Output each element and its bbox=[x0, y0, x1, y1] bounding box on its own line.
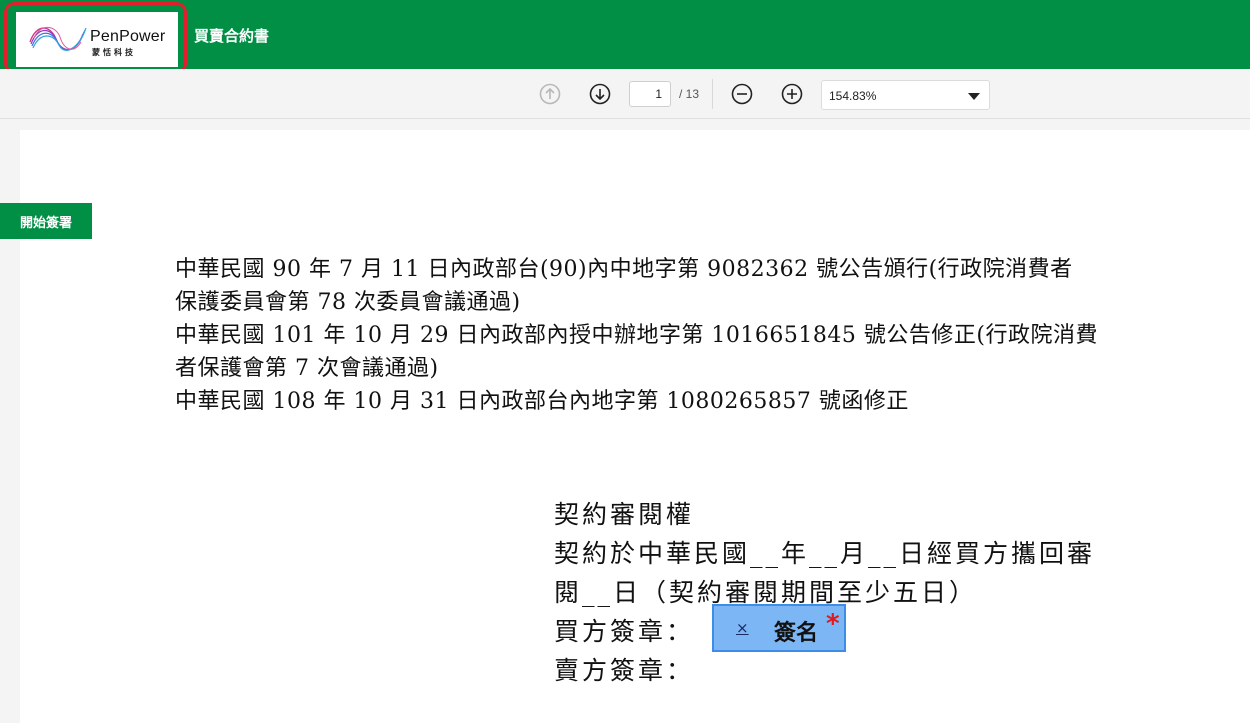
zoom-in-button[interactable] bbox=[779, 81, 805, 107]
review-line: 契約於中華民國__年__月__日經買方攜回審 bbox=[554, 539, 1096, 568]
review-heading: 契約審閱權 bbox=[554, 500, 695, 529]
page-total: / 13 bbox=[679, 87, 700, 101]
document-line: 中華民國 90 年 7 月 11 日內政部台(90)內中地字第 9082362 … bbox=[175, 257, 1073, 282]
document-title: 買賣合約書 bbox=[194, 27, 270, 45]
zoom-value: 154.83% bbox=[829, 89, 877, 103]
toolbar-divider bbox=[712, 79, 713, 109]
signature-field-label: 簽名 bbox=[774, 621, 819, 646]
review-line: 閱__日（契約審閱期間至少五日） bbox=[554, 578, 978, 607]
buyer-signature-label: 買方簽章： bbox=[554, 617, 695, 646]
seller-signature-label: 賣方簽章： bbox=[554, 656, 695, 685]
document-line: 者保護會第 7 次會議通過) bbox=[175, 356, 439, 381]
document-line: 中華民國 108 年 10 月 31 日內政部台內地字第 1080265857 … bbox=[175, 389, 909, 414]
viewer-toolbar: / 13 154.83% bbox=[0, 69, 1250, 119]
next-page-button[interactable] bbox=[587, 81, 613, 107]
plus-circle-icon bbox=[781, 83, 803, 105]
arrow-up-circle-icon bbox=[539, 83, 561, 105]
previous-page-button[interactable] bbox=[537, 81, 563, 107]
chevron-down-icon bbox=[968, 93, 980, 100]
app-header: PenPower 蒙恬科技 買賣合約書 bbox=[0, 0, 1250, 74]
signature-field[interactable]: × 簽名 * bbox=[712, 604, 846, 652]
page-number-input[interactable] bbox=[629, 81, 671, 107]
document-line: 中華民國 101 年 10 月 29 日內政部內授中辦地字第 101665184… bbox=[175, 323, 1098, 348]
remove-field-button[interactable]: × bbox=[736, 619, 749, 637]
document-line: 保護委員會第 78 次委員會議通過) bbox=[175, 290, 521, 315]
arrow-down-circle-icon bbox=[589, 83, 611, 105]
start-signing-button[interactable]: 開始簽署 bbox=[0, 203, 92, 239]
zoom-select[interactable]: 154.83% bbox=[821, 80, 990, 110]
zoom-out-button[interactable] bbox=[729, 81, 755, 107]
required-marker: * bbox=[826, 609, 840, 639]
minus-circle-icon bbox=[731, 83, 753, 105]
document-text: 中華民國 90 年 7 月 11 日內政部台(90)內中地字第 9082362 … bbox=[175, 253, 1165, 418]
logo-highlight-outline bbox=[4, 2, 187, 74]
contract-review-section: 契約審閱權 契約於中華民國__年__月__日經買方攜回審 閱__日（契約審閱期間… bbox=[554, 495, 1174, 690]
